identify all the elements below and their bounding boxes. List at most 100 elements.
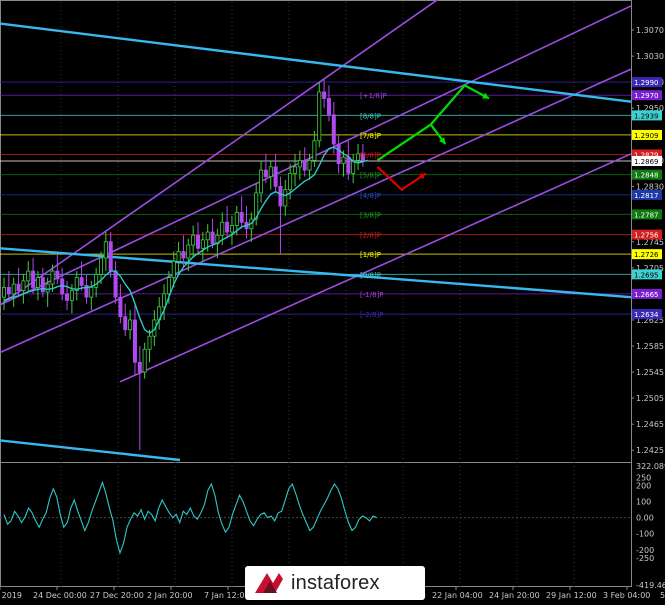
y-axis-tick-label: 1.2585 <box>636 342 664 351</box>
candle-body <box>142 348 147 373</box>
candle-body <box>336 143 341 165</box>
candle-body <box>176 251 181 262</box>
x-axis-tick-label: 2 Jan 20:00 <box>147 591 193 600</box>
candle-body <box>26 270 31 282</box>
candle-body <box>6 286 11 295</box>
murrey-label: [-1/8]P <box>360 291 383 299</box>
oscillator-tick-label: -250 <box>636 554 654 563</box>
x-axis-tick-label: 27 Dec 20:00 <box>90 591 144 600</box>
price-tag-label: 1.2634 <box>634 311 659 319</box>
candle-body <box>31 270 36 288</box>
murrey-label: [4/8]P <box>360 192 381 200</box>
candle-body <box>65 293 70 301</box>
murrey-label: [7/8]P <box>360 132 381 140</box>
murrey-label: [5/8]P <box>360 172 381 180</box>
candle-body <box>191 234 196 246</box>
x-axis-tick-label: 22 Jan 04:00 <box>432 591 483 600</box>
candle-body <box>40 277 45 293</box>
chart-background <box>0 0 665 605</box>
candle-body <box>171 260 176 279</box>
price-tag-label: 1.2756 <box>634 232 659 240</box>
candle-body <box>307 159 312 171</box>
y-axis-tick-label: 1.2545 <box>636 368 664 377</box>
price-tag-label: 1.2970 <box>634 92 659 100</box>
oscillator-tick-label: 0.00 <box>636 514 654 523</box>
price-tag-label: 1.2726 <box>634 251 659 259</box>
instaforex-logo-icon <box>255 573 283 593</box>
candle-body <box>326 98 331 116</box>
price-tag-label: 1.2939 <box>634 112 659 120</box>
instaforex-logo-text: instaforex <box>291 572 380 594</box>
candle-body <box>103 241 108 259</box>
y-axis-tick-label: 1.2425 <box>636 446 664 455</box>
price-tag-label: 1.2665 <box>634 291 659 299</box>
murrey-label: [1/8]P <box>360 251 381 259</box>
candle-body <box>259 169 264 194</box>
candle-body <box>2 286 7 298</box>
murrey-label: [0/8]P <box>360 271 381 279</box>
candle-body <box>16 283 21 292</box>
candle-body <box>210 231 215 245</box>
candle-body <box>346 156 351 174</box>
candle-body <box>317 91 322 142</box>
candle-body <box>55 270 60 280</box>
x-axis-tick-label: 24 Dec 00:00 <box>33 591 87 600</box>
candle-body <box>322 91 327 99</box>
x-axis-tick-label: 7 Jan 12:00 <box>204 591 250 600</box>
candle-body <box>229 225 234 233</box>
candle-body <box>166 277 171 295</box>
murrey-label: [6/8]P <box>360 151 381 159</box>
murrey-label: [+1/8]P <box>360 92 387 100</box>
candle-body <box>297 159 302 168</box>
candle-body <box>288 172 293 191</box>
oscillator-tick-label: -419.4600 <box>636 581 665 590</box>
chart-canvas: [+1/8]P [8/8]P [7/8]P [6/8]P [5/8]P [4/8]P [3/… <box>0 0 665 605</box>
candle-body <box>205 231 210 241</box>
price-tag-label: 1.2990 <box>634 79 659 87</box>
x-axis-tick-label: 5 Feb 20:00 <box>660 591 665 600</box>
candle-body <box>21 280 26 292</box>
x-axis-tick-label: 24 Jan 20:00 <box>489 591 540 600</box>
candle-body <box>220 221 225 236</box>
candle-body <box>341 156 346 164</box>
y-axis-tick-label: 1.3070 <box>636 26 664 35</box>
y-axis-tick-label: 1.2465 <box>636 420 664 429</box>
oscillator-tick-label: 200 <box>636 482 651 491</box>
candle-body <box>186 244 191 259</box>
y-axis-tick-label: 1.2505 <box>636 394 664 403</box>
candle-body <box>123 316 128 331</box>
x-axis-tick-label: 2 Dec 2019 <box>0 591 22 600</box>
candle-body <box>137 361 142 373</box>
candle-body <box>331 114 336 145</box>
candle-body <box>273 166 278 187</box>
candle-body <box>200 239 205 249</box>
candle-body <box>99 257 104 275</box>
candle-body <box>89 286 94 298</box>
candle-body <box>50 270 55 285</box>
candle-body <box>118 296 123 318</box>
candle-body <box>147 335 152 350</box>
candle-body <box>128 319 133 331</box>
candle-body <box>239 212 244 223</box>
candle-body <box>162 293 167 308</box>
price-tag-label: 1.2909 <box>634 132 659 140</box>
oscillator-tick-label: 322.0896 <box>636 462 665 471</box>
candle-body <box>113 270 118 298</box>
candle-body <box>79 277 84 286</box>
price-tag-label: 1.2817 <box>634 192 659 200</box>
murrey-label: [8/8]P <box>360 112 381 120</box>
x-axis-tick-label: 3 Feb 04:00 <box>603 591 650 600</box>
candle-body <box>302 159 307 171</box>
price-tag-label: 1.2695 <box>634 271 659 279</box>
price-tag-label: 1.2787 <box>634 211 659 219</box>
candle-body <box>69 290 74 301</box>
oscillator-tick-label: -100 <box>636 530 654 539</box>
candle-body <box>45 283 50 293</box>
candle-body <box>268 166 273 178</box>
instaforex-logo: instaforex <box>245 566 425 600</box>
murrey-label: [-2/8]P <box>360 311 383 319</box>
candle-body <box>283 189 288 207</box>
candle-body <box>132 319 137 363</box>
candle-body <box>234 212 239 226</box>
x-axis-tick-label: 29 Jan 12:00 <box>546 591 597 600</box>
